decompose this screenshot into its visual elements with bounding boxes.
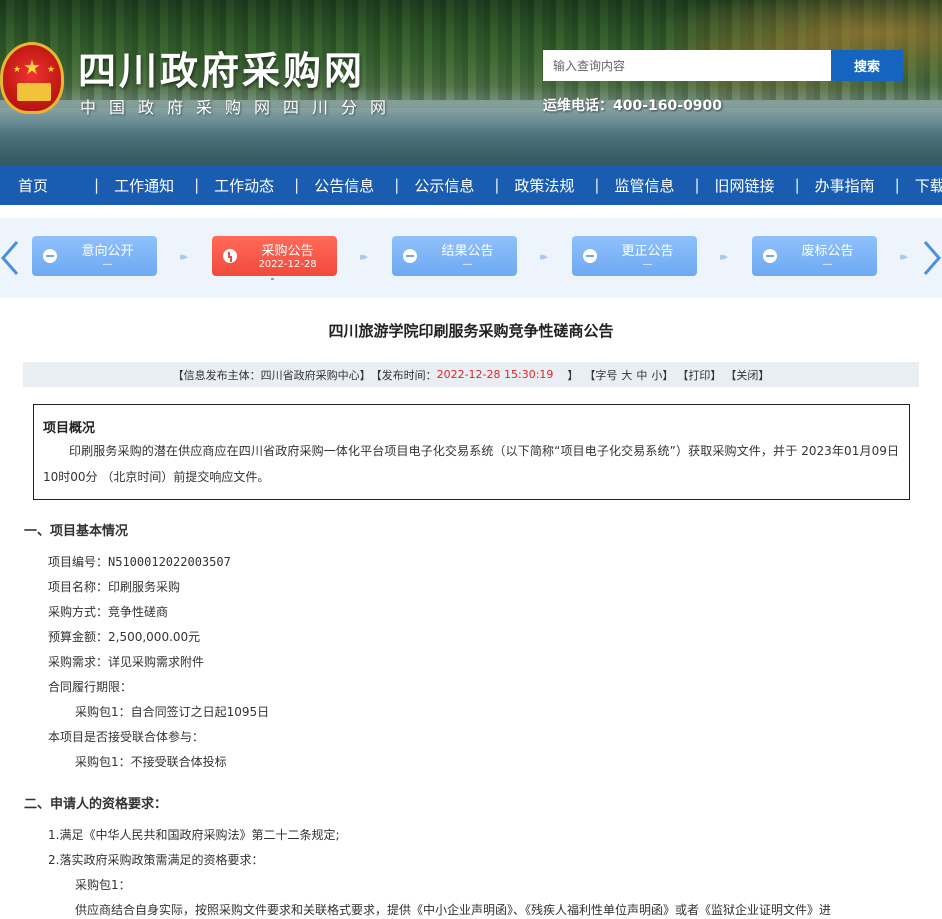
contract-period-package1: 采购包1：自合同签订之日起1095日: [75, 705, 270, 719]
meta-time-close: 】: [567, 368, 579, 382]
emblem-small-star-icon: ★: [47, 65, 56, 75]
nav-separator: |: [394, 176, 400, 194]
clock-icon: [223, 249, 237, 263]
national-emblem-icon: ★ ★ ★: [0, 42, 64, 114]
minus-circle-icon: [403, 249, 417, 263]
search-input[interactable]: [543, 50, 831, 81]
minus-circle-icon: [763, 249, 777, 263]
category-date: —: [822, 259, 833, 270]
hotline-text: 运维电话：400-160-0900: [543, 98, 723, 114]
emblem-gate-icon: [17, 83, 51, 101]
nav-item-supervision[interactable]: 监管信息: [614, 175, 674, 196]
meta-publish-time: 2022-12-28 15:30:19: [436, 368, 554, 381]
nav-separator: |: [594, 176, 600, 194]
nav-separator: |: [294, 176, 300, 194]
category-procurement-notice[interactable]: 采购公告 2022-12-28: [212, 236, 337, 276]
notice-category-strip: 意向公开 — ▸▸ 采购公告 2022-12-28 ▸▸ 结果公告 — ▸▸ 更…: [0, 218, 942, 298]
category-intent-disclosure[interactable]: 意向公开 —: [32, 236, 157, 276]
budget-amount: 预算金额：2,500,000.00元: [48, 630, 201, 644]
nav-item-policies[interactable]: 政策法规: [514, 175, 574, 196]
project-name: 项目名称：印刷服务采购: [48, 580, 181, 594]
main-nav: 首页 | 工作通知 | 工作动态 | 公告信息 | 公示信息 | 政策法规 | …: [0, 165, 942, 205]
nav-item-announcements[interactable]: 公告信息: [314, 175, 374, 196]
category-result-notice[interactable]: 结果公告 —: [392, 236, 517, 276]
section-basic-info-heading: 一、项目基本情况: [24, 524, 129, 539]
nav-item-work-notice[interactable]: 工作通知: [114, 175, 174, 196]
double-chevron-right-icon: ▸▸: [180, 250, 188, 263]
nav-separator: |: [94, 176, 100, 194]
chevron-right-icon[interactable]: [920, 240, 942, 276]
double-chevron-right-icon: ▸▸: [720, 250, 728, 263]
qualification-package1-label: 采购包1：: [75, 878, 131, 892]
nav-item-downloads[interactable]: 下载专区: [915, 175, 942, 196]
article-meta-bar: 【信息发布主体：四川省政府采购中心】 【发布时间： 2022-12-28 15:…: [23, 362, 919, 387]
double-chevron-right-icon: ▸▸: [360, 250, 368, 263]
font-size-large-link[interactable]: 大: [621, 367, 632, 383]
qualification-package1-text: 供应商结合自身实际，按照采购文件要求和关联格式要求，提供《中小企业声明函》、《残…: [75, 903, 832, 917]
font-size-small-link[interactable]: 小】: [651, 367, 673, 383]
nav-item-old-site[interactable]: 旧网链接: [715, 175, 775, 196]
emblem-star-icon: ★: [23, 55, 41, 79]
chevron-left-icon[interactable]: [0, 240, 22, 276]
consortium-label: 本项目是否接受联合体参与：: [48, 730, 205, 744]
nav-separator: |: [694, 176, 700, 194]
category-label: 意向公开: [81, 244, 134, 259]
category-date: —: [642, 259, 653, 270]
category-date: 2022-12-28: [258, 259, 317, 270]
category-label: 废标公告: [801, 244, 854, 259]
meta-publisher: 【信息发布主体：四川省政府采购中心】: [172, 368, 371, 382]
nav-separator: |: [794, 176, 800, 194]
nav-item-home[interactable]: 首页: [18, 175, 48, 196]
article-title: 四川旅游学院印刷服务采购竞争性磋商公告: [328, 322, 614, 340]
active-category-indicator: [271, 278, 274, 280]
nav-separator: |: [494, 176, 500, 194]
site-subtitle: 中国政府采购网四川分网: [80, 98, 400, 117]
procurement-requirement: 采购需求：详见采购需求附件: [48, 655, 205, 669]
header-banner: ★ ★ ★ 四川政府采购网 中国政府采购网四川分网 搜索 运维电话：400-16…: [0, 0, 942, 165]
contract-period-label: 合同履行期限：: [48, 680, 133, 694]
section-qualification-heading: 二、申请人的资格要求：: [24, 797, 168, 812]
category-label: 采购公告: [261, 244, 314, 259]
overview-text: 印刷服务采购的潜在供应商应在四川省政府采购一体化平台项目电子化交易系统（以下简称…: [43, 444, 899, 484]
category-date: —: [102, 259, 113, 270]
qualification-item-2: 2.落实政府采购政策需满足的资格要求：: [48, 853, 264, 867]
overview-title: 项目概况: [43, 421, 96, 436]
category-date: —: [462, 259, 473, 270]
consortium-package1: 采购包1：不接受联合体投标: [75, 755, 227, 769]
minus-circle-icon: [583, 249, 597, 263]
meta-font-size-label: 【字号: [584, 368, 618, 382]
close-link[interactable]: 【关闭】: [725, 367, 769, 383]
double-chevron-right-icon: ▸▸: [900, 250, 908, 263]
category-label: 更正公告: [621, 244, 674, 259]
category-abandoned-bid-notice[interactable]: 废标公告 —: [752, 236, 877, 276]
project-overview-box: 项目概况 印刷服务采购的潜在供应商应在四川省政府采购一体化平台项目电子化交易系统…: [33, 404, 910, 500]
font-size-medium-link[interactable]: 中: [636, 367, 647, 383]
project-number: 项目编号：N5100012022003507: [48, 555, 231, 569]
print-link[interactable]: 【打印】: [677, 367, 721, 383]
meta-time-label: 【发布时间：: [370, 368, 437, 382]
qualification-item-1: 1.满足《中华人民共和国政府采购法》第二十二条规定;: [48, 828, 340, 842]
category-label: 结果公告: [441, 244, 494, 259]
nav-separator: |: [194, 176, 200, 194]
minus-circle-icon: [43, 249, 57, 263]
site-title: 四川政府采购网: [78, 48, 366, 93]
emblem-small-star-icon: ★: [13, 65, 22, 75]
nav-item-publicity[interactable]: 公示信息: [414, 175, 474, 196]
nav-item-guide[interactable]: 办事指南: [815, 175, 875, 196]
nav-item-work-news[interactable]: 工作动态: [214, 175, 274, 196]
double-chevron-right-icon: ▸▸: [540, 250, 548, 263]
search-button[interactable]: 搜索: [831, 50, 903, 81]
nav-separator: |: [894, 176, 900, 194]
procurement-method: 采购方式：竞争性磋商: [48, 605, 169, 619]
category-correction-notice[interactable]: 更正公告 —: [572, 236, 697, 276]
